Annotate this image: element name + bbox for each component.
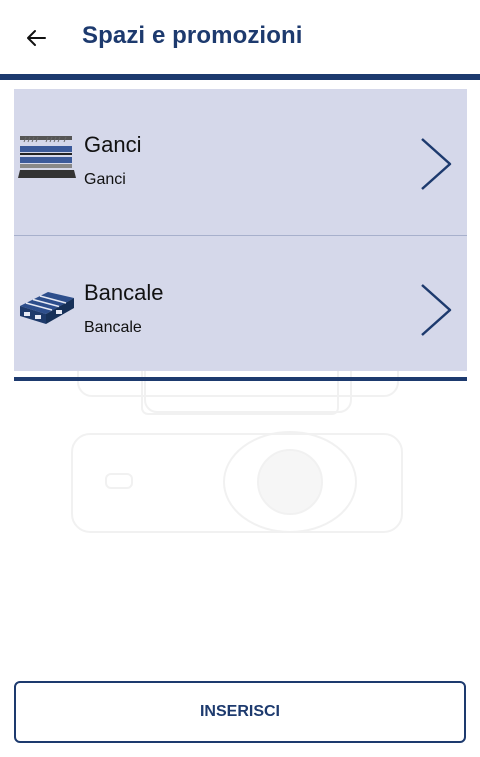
list-item-ganci[interactable]: Ganci Ganci	[14, 89, 467, 235]
arrow-left-icon[interactable]	[24, 26, 48, 50]
item-title: Bancale	[84, 280, 164, 305]
item-title: Ganci	[84, 132, 142, 157]
item-subtitle: Ganci	[84, 171, 126, 188]
page-title: Spazi e promozioni	[82, 22, 303, 49]
spaces-list: Ganci Ganci Bancale Bancale	[14, 89, 467, 371]
list-bottom-divider	[14, 377, 467, 381]
pallet-icon	[20, 292, 74, 324]
app-header: Spazi e promozioni	[0, 0, 480, 74]
chevron-right-icon	[421, 284, 452, 336]
chevron-right-icon	[421, 138, 452, 190]
list-item-bancale[interactable]: Bancale Bancale	[14, 236, 467, 382]
header-divider	[0, 74, 480, 80]
item-subtitle: Bancale	[84, 319, 142, 336]
insert-button[interactable]: INSERISCI	[14, 681, 466, 743]
hooks-shelf-icon	[18, 136, 76, 178]
